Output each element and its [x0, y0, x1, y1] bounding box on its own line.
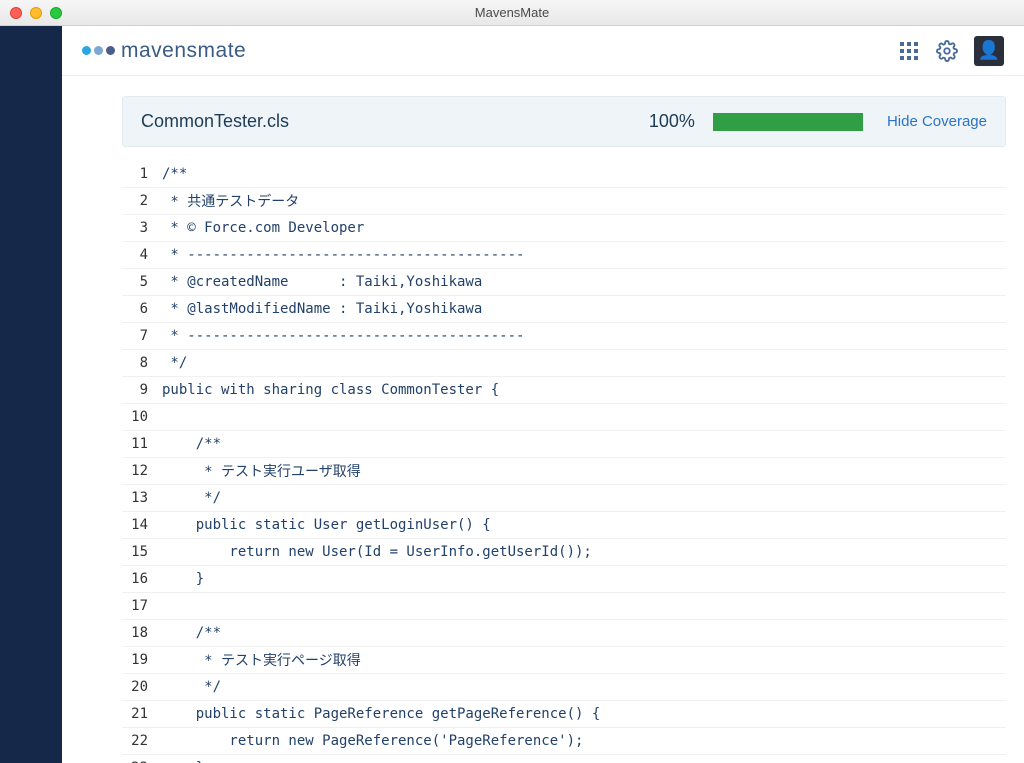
line-number: 12	[122, 463, 162, 479]
window-title: MavensMate	[0, 5, 1024, 20]
line-number: 3	[122, 220, 162, 236]
gear-icon[interactable]	[936, 40, 958, 62]
coverage-bar: CommonTester.cls 100% Hide Coverage	[122, 96, 1006, 147]
code-line: 15 return new User(Id = UserInfo.getUser…	[122, 539, 1006, 566]
code-viewer[interactable]: 1/**2 * 共通テストデータ3 * © Force.com Develope…	[122, 161, 1006, 763]
line-content: * --------------------------------------…	[162, 244, 524, 266]
code-line: 14 public static User getLoginUser() {	[122, 512, 1006, 539]
line-content: /**	[162, 433, 221, 455]
code-line: 19 * テスト実行ページ取得	[122, 647, 1006, 674]
code-line: 9public with sharing class CommonTester …	[122, 377, 1006, 404]
line-content: * © Force.com Developer	[162, 217, 364, 239]
code-line: 22 return new PageReference('PageReferen…	[122, 728, 1006, 755]
brand: mavensmate	[82, 39, 246, 63]
line-number: 18	[122, 625, 162, 641]
window-titlebar: MavensMate	[0, 0, 1024, 26]
line-number: 9	[122, 382, 162, 398]
line-number: 16	[122, 571, 162, 587]
header-actions: 👤	[898, 36, 1004, 66]
line-number: 17	[122, 598, 162, 614]
line-number: 2	[122, 193, 162, 209]
line-number: 11	[122, 436, 162, 452]
line-content: /**	[162, 622, 221, 644]
line-number: 15	[122, 544, 162, 560]
brand-text: mavensmate	[121, 39, 246, 63]
line-number: 6	[122, 301, 162, 317]
hide-coverage-link[interactable]: Hide Coverage	[887, 113, 987, 130]
avatar[interactable]: 👤	[974, 36, 1004, 66]
line-number: 10	[122, 409, 162, 425]
line-number: 8	[122, 355, 162, 371]
line-number: 22	[122, 733, 162, 749]
line-content: */	[162, 487, 221, 509]
line-number: 7	[122, 328, 162, 344]
code-line: 20 */	[122, 674, 1006, 701]
code-line: 6 * @lastModifiedName : Taiki,Yoshikawa	[122, 296, 1006, 323]
code-line: 13 */	[122, 485, 1006, 512]
line-content: * --------------------------------------…	[162, 325, 524, 347]
line-content: }	[162, 757, 204, 763]
line-content: return new User(Id = UserInfo.getUserId(…	[162, 541, 592, 563]
code-line: 11 /**	[122, 431, 1006, 458]
code-line: 21 public static PageReference getPageRe…	[122, 701, 1006, 728]
code-line: 12 * テスト実行ユーザ取得	[122, 458, 1006, 485]
code-line: 16 }	[122, 566, 1006, 593]
line-number: 14	[122, 517, 162, 533]
code-line: 17	[122, 593, 1006, 620]
line-content: public static PageReference getPageRefer…	[162, 703, 600, 725]
code-line: 10	[122, 404, 1006, 431]
line-content: }	[162, 568, 204, 590]
code-line: 2 * 共通テストデータ	[122, 188, 1006, 215]
apps-grid-icon[interactable]	[898, 40, 920, 62]
line-number: 13	[122, 490, 162, 506]
line-content: return new PageReference('PageReference'…	[162, 730, 583, 752]
line-content: * テスト実行ユーザ取得	[162, 458, 361, 484]
line-number: 5	[122, 274, 162, 290]
line-content: * テスト実行ページ取得	[162, 647, 361, 673]
line-content: */	[162, 676, 221, 698]
code-line: 18 /**	[122, 620, 1006, 647]
code-line: 7 * ------------------------------------…	[122, 323, 1006, 350]
line-content: * 共通テストデータ	[162, 188, 299, 214]
left-sidebar	[0, 26, 62, 763]
line-content: */	[162, 352, 187, 374]
line-number: 20	[122, 679, 162, 695]
code-line: 8 */	[122, 350, 1006, 377]
file-name: CommonTester.cls	[141, 111, 631, 132]
code-line: 5 * @createdName : Taiki,Yoshikawa	[122, 269, 1006, 296]
code-line: 1/**	[122, 161, 1006, 188]
line-number: 1	[122, 166, 162, 182]
code-line: 3 * © Force.com Developer	[122, 215, 1006, 242]
line-number: 19	[122, 652, 162, 668]
line-content: * @lastModifiedName : Taiki,Yoshikawa	[162, 298, 482, 320]
line-number: 4	[122, 247, 162, 263]
app-header: mavensmate 👤	[62, 26, 1024, 76]
line-content: * @createdName : Taiki,Yoshikawa	[162, 271, 482, 293]
brand-dots-icon	[82, 46, 115, 55]
coverage-progress	[713, 113, 863, 131]
code-line: 4 * ------------------------------------…	[122, 242, 1006, 269]
code-line: 23 }	[122, 755, 1006, 763]
line-content: public static User getLoginUser() {	[162, 514, 491, 536]
line-content: /**	[162, 163, 187, 185]
coverage-percent: 100%	[649, 111, 695, 132]
line-number: 21	[122, 706, 162, 722]
line-content: public with sharing class CommonTester {	[162, 379, 499, 401]
